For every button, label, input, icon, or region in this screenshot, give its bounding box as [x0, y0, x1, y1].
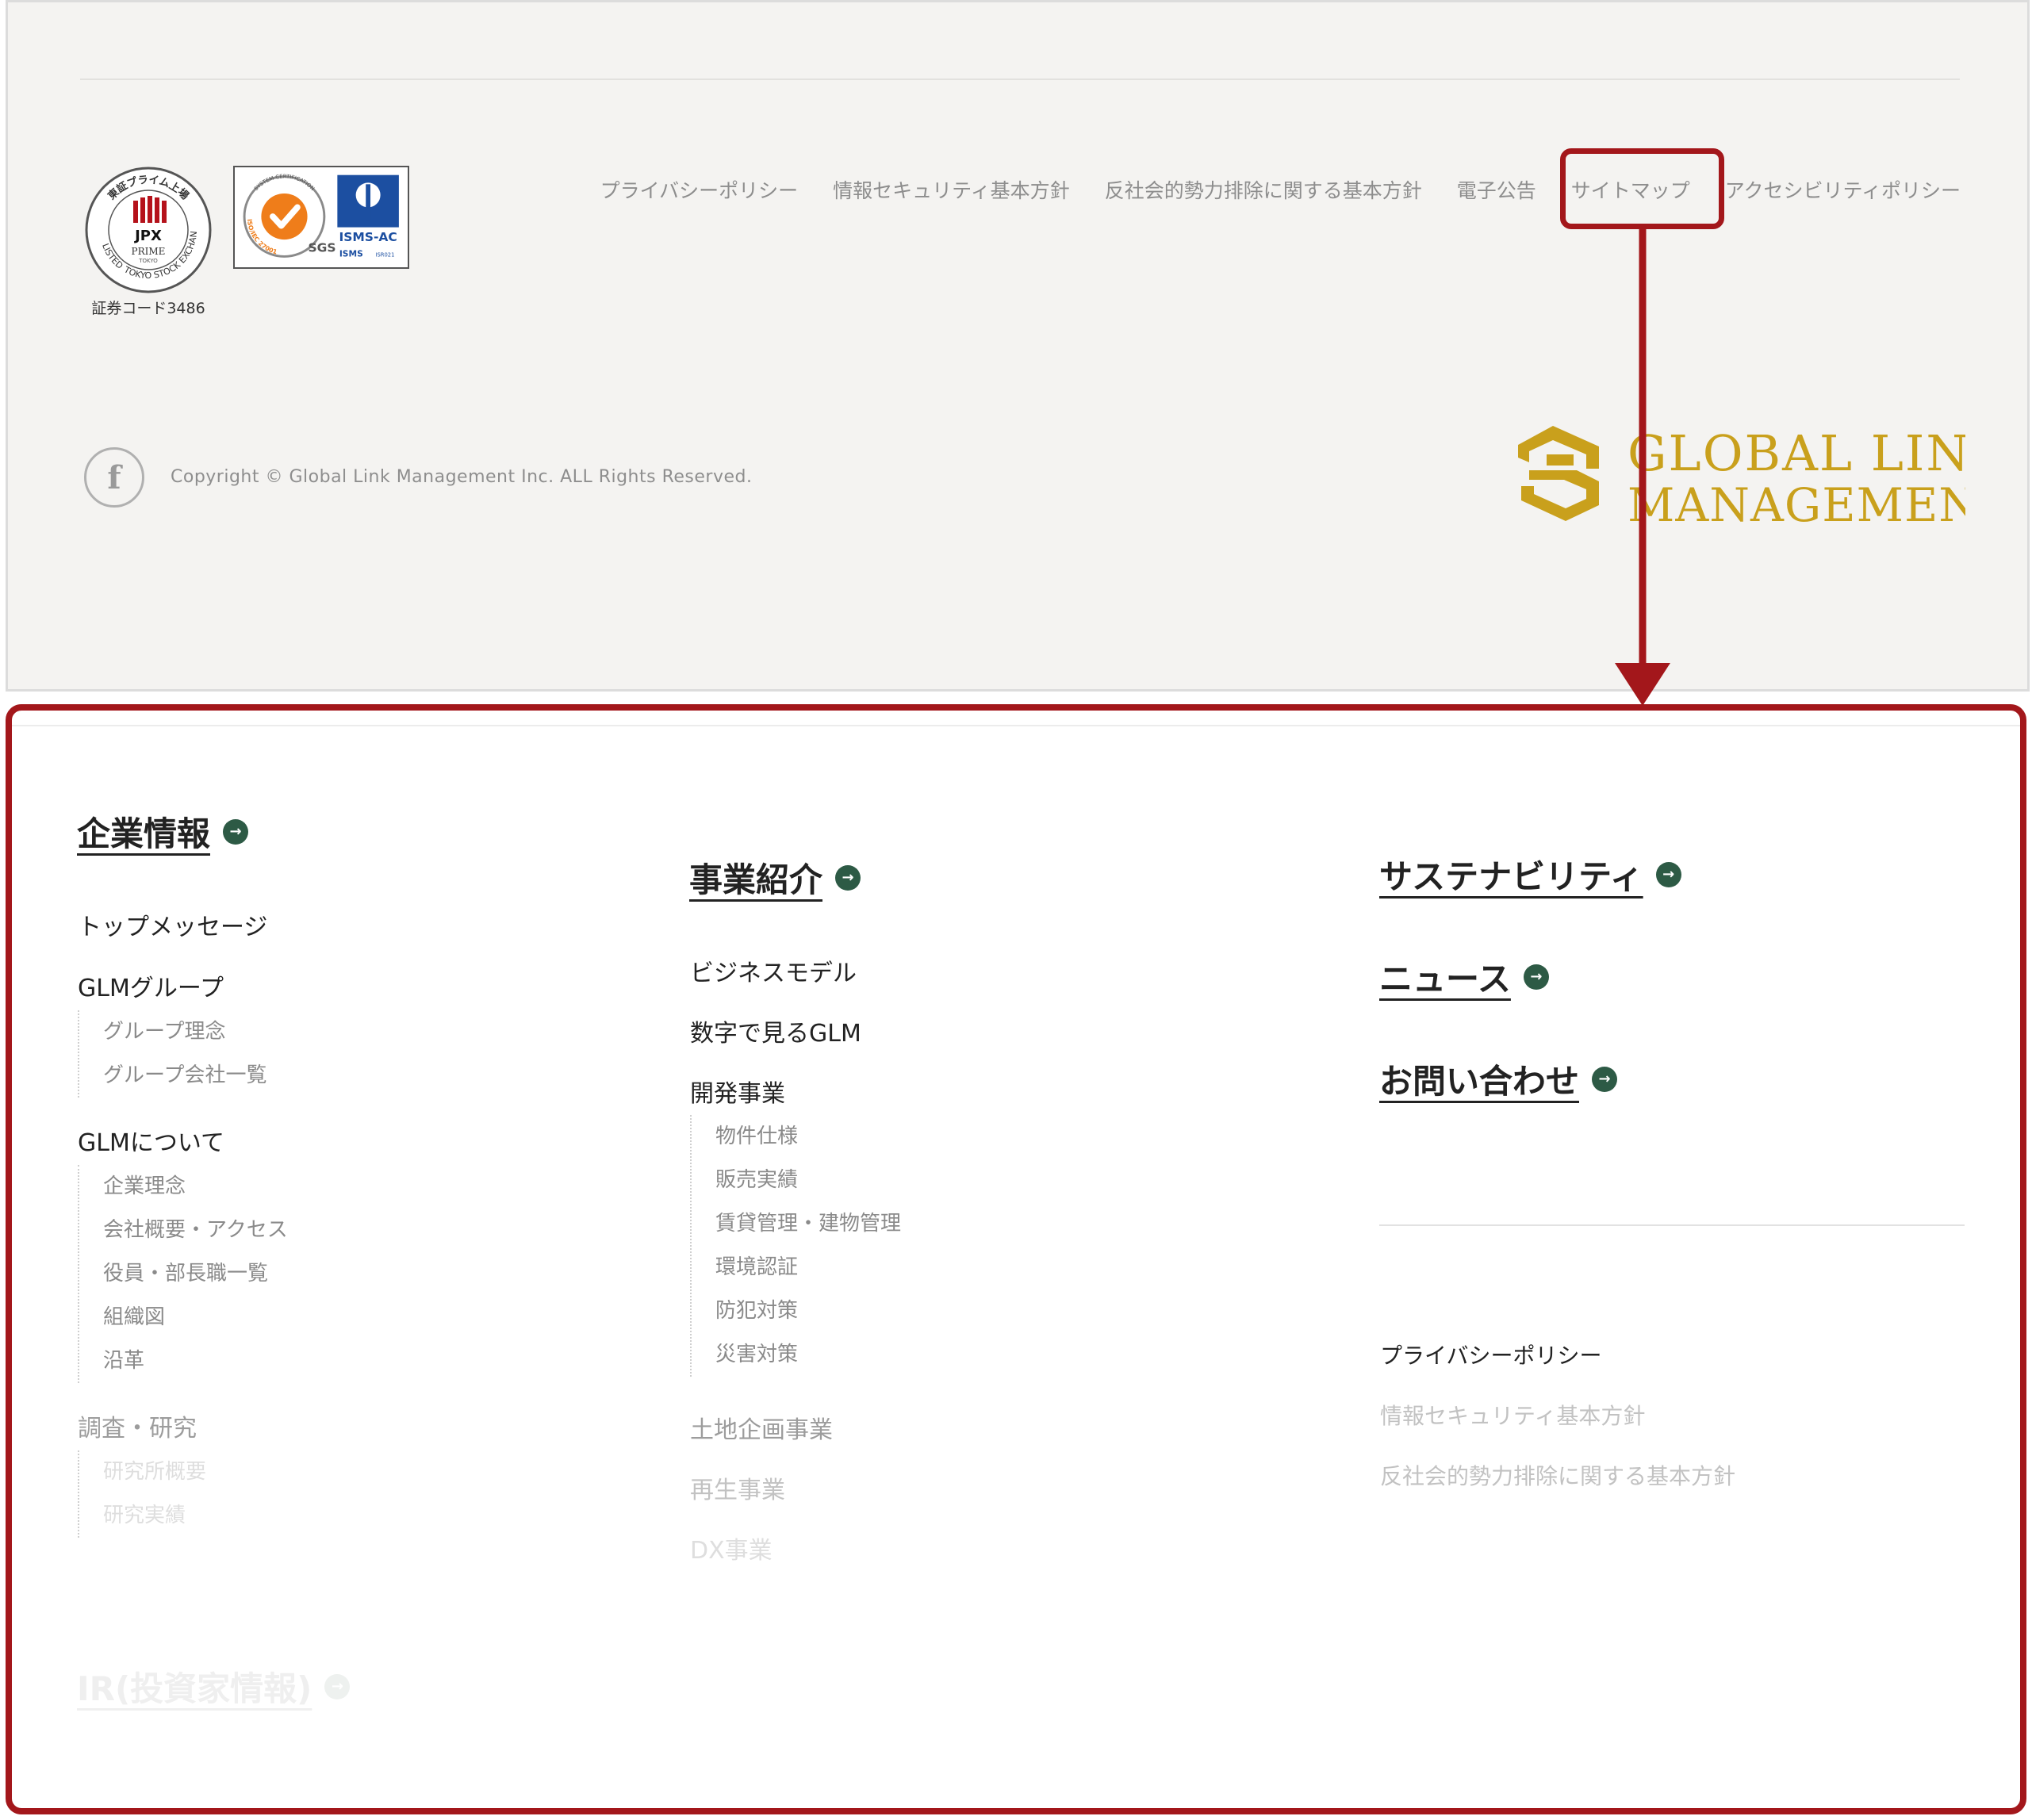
- sitemap-link-development[interactable]: 開発事業: [690, 1074, 785, 1109]
- sitemap-link-glm-in-numbers[interactable]: 数字で見るGLM: [690, 1013, 861, 1048]
- footer-legal-nav: プライバシーポリシー 情報セキュリティ基本方針 反社会的勢力排除に関する基本方針…: [600, 175, 1961, 204]
- svg-text:PRIME: PRIME: [132, 246, 166, 257]
- footer-link-privacy-policy[interactable]: プライバシーポリシー: [600, 175, 799, 204]
- sitemap-link-sales-results[interactable]: 販売実績: [715, 1159, 901, 1202]
- footer-link-accessibility-policy[interactable]: アクセシビリティポリシー: [1725, 175, 1961, 204]
- tse-prime-badge: 東証プライム上場 LISTED TOKYO STOCK EXCHANGE JPX…: [84, 166, 212, 293]
- sitemap-link-property-specs[interactable]: 物件仕様: [715, 1115, 901, 1159]
- sitemap-link-dx[interactable]: DX事業: [690, 1531, 773, 1565]
- arrow-right-icon: →: [1523, 964, 1549, 990]
- facebook-icon[interactable]: f: [84, 447, 144, 508]
- sitemap-link-crime-prevention[interactable]: 防犯対策: [715, 1289, 901, 1333]
- sitemap-heading-ir[interactable]: IR(投資家情報) →: [77, 1662, 351, 1711]
- sitemap-heading-sustainability[interactable]: サステナビリティ →: [1379, 850, 1681, 899]
- sitemap-link-research[interactable]: 調査・研究: [78, 1408, 197, 1443]
- arrow-right-icon: →: [1592, 1066, 1618, 1092]
- sitemap-link-company-overview[interactable]: 会社概要・アクセス: [103, 1209, 288, 1252]
- sitemap-link-about-glm[interactable]: GLMについて: [78, 1123, 224, 1158]
- sitemap-link-history[interactable]: 沿革: [103, 1339, 288, 1383]
- site-footer: 東証プライム上場 LISTED TOKYO STOCK EXCHANGE JPX…: [6, 0, 2030, 692]
- svg-text:GLOBAL LINK: GLOBAL LINK: [1628, 424, 1965, 482]
- arrow-right-icon: →: [223, 818, 249, 845]
- facebook-glyph: f: [107, 458, 121, 496]
- sitemap-link-corporate-philosophy[interactable]: 企業理念: [103, 1165, 288, 1209]
- copyright: Copyright © Global Link Management Inc. …: [171, 467, 753, 487]
- arrow-right-icon: →: [835, 864, 861, 891]
- sitemap-link-privacy-policy[interactable]: プライバシーポリシー: [1380, 1339, 1601, 1370]
- footer-link-antisocial-policy[interactable]: 反社会的勢力排除に関する基本方針: [1105, 175, 1422, 204]
- sitemap-subgroup-about-glm: 企業理念 会社概要・アクセス 役員・部長職一覧 組織図 沿革: [78, 1165, 288, 1383]
- footer-link-sitemap[interactable]: サイトマップ: [1571, 175, 1690, 204]
- sitemap-link-business-model[interactable]: ビジネスモデル: [690, 953, 857, 988]
- svg-text:SGS: SGS: [309, 241, 336, 255]
- sitemap-subgroup-research: 研究所概要 研究実績: [78, 1450, 206, 1538]
- sitemap-link-glm-group[interactable]: GLMグループ: [78, 968, 224, 1003]
- heading-ir-label: IR(投資家情報): [77, 1669, 312, 1708]
- company-logo[interactable]: GLOBAL LINK MANAGEMENT: [1515, 423, 1965, 530]
- arrow-right-icon: →: [1655, 861, 1681, 887]
- sitemap-link-security-policy[interactable]: 情報セキュリティ基本方針: [1380, 1399, 1645, 1431]
- heading-news-label: ニュース: [1379, 960, 1511, 998]
- sitemap-link-research-results[interactable]: 研究実績: [103, 1494, 206, 1538]
- sitemap-subgroup-development: 物件仕様 販売実績 賃貸管理・建物管理 環境認証 防犯対策 災害対策: [690, 1115, 901, 1377]
- stock-code: 証券コード3486: [91, 300, 205, 317]
- svg-text:TOKYO: TOKYO: [138, 258, 158, 264]
- sitemap-right-divider: [1379, 1224, 1965, 1226]
- sitemap-link-antisocial-policy[interactable]: 反社会的勢力排除に関する基本方針: [1380, 1459, 1735, 1491]
- sitemap-subgroup-glm-group: グループ理念 グループ会社一覧: [78, 1010, 266, 1098]
- sitemap-link-top-message[interactable]: トップメッセージ: [78, 907, 267, 942]
- sitemap-link-disaster-prevention[interactable]: 災害対策: [715, 1333, 901, 1377]
- footer-link-security-policy[interactable]: 情報セキュリティ基本方針: [833, 175, 1070, 204]
- sitemap-top-divider: [12, 725, 2020, 726]
- sitemap-link-environmental-cert[interactable]: 環境認証: [715, 1246, 901, 1289]
- sitemap-link-property-management[interactable]: 賃貸管理・建物管理: [715, 1202, 901, 1246]
- sitemap-heading-contact[interactable]: お問い合わせ →: [1379, 1055, 1618, 1103]
- sitemap-link-group-philosophy[interactable]: グループ理念: [103, 1010, 266, 1054]
- footer-divider: [80, 79, 1960, 80]
- heading-company-label: 企業情報: [77, 814, 211, 853]
- svg-text:ISMS: ISMS: [339, 248, 363, 259]
- footer-link-e-notice[interactable]: 電子公告: [1457, 175, 1536, 204]
- svg-text:MANAGEMENT: MANAGEMENT: [1628, 478, 1965, 530]
- sitemap-panel: 企業情報 → トップメッセージ GLMグループ グループ理念 グループ会社一覧 …: [6, 704, 2026, 1814]
- sitemap-heading-news[interactable]: ニュース →: [1379, 952, 1549, 1001]
- arrow-right-icon: →: [324, 1673, 351, 1699]
- sitemap-link-org-chart[interactable]: 組織図: [103, 1296, 288, 1339]
- sitemap-link-renovation[interactable]: 再生事業: [690, 1470, 785, 1505]
- svg-text:ISR021: ISR021: [375, 251, 394, 258]
- svg-text:ISMS-AC: ISMS-AC: [339, 230, 397, 244]
- sitemap-heading-business[interactable]: 事業紹介 →: [689, 853, 861, 902]
- heading-business-label: 事業紹介: [689, 860, 823, 899]
- sitemap-link-executives[interactable]: 役員・部長職一覧: [103, 1252, 288, 1296]
- heading-contact-label: お問い合わせ: [1379, 1062, 1580, 1101]
- isms-certification-badge: SYSTEM CERTIFICATION ISO/IEC 27001 SGS I…: [233, 166, 409, 269]
- sitemap-link-land-planning[interactable]: 土地企画事業: [690, 1410, 833, 1445]
- heading-sustainability-label: サステナビリティ: [1379, 857, 1643, 896]
- svg-text:JPX: JPX: [133, 228, 162, 244]
- sitemap-heading-company[interactable]: 企業情報 →: [77, 807, 249, 856]
- sitemap-link-research-institute[interactable]: 研究所概要: [103, 1450, 206, 1494]
- sitemap-link-group-companies[interactable]: グループ会社一覧: [103, 1054, 266, 1098]
